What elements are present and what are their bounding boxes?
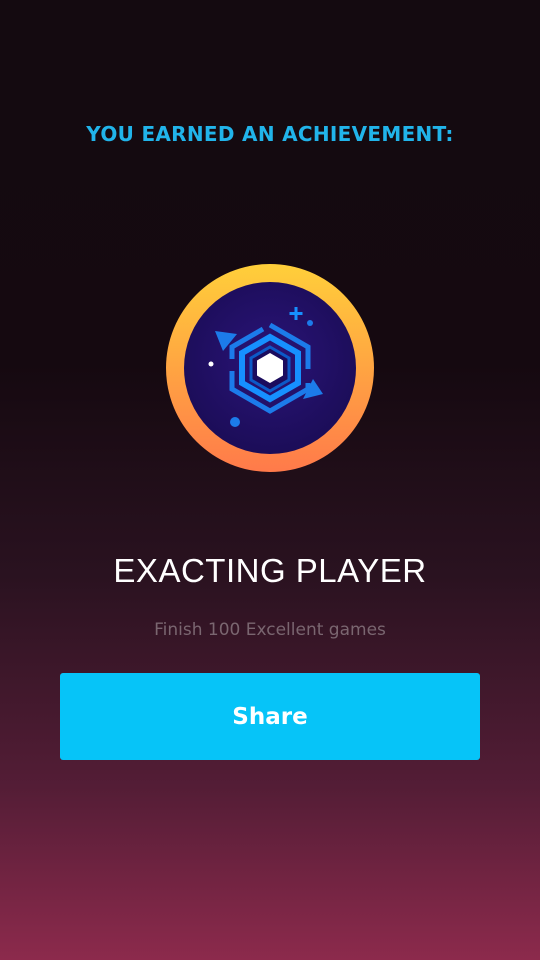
achievement-badge: [165, 263, 375, 473]
hexagon-cube-badge-icon: [166, 264, 374, 472]
share-button[interactable]: Share: [60, 673, 480, 760]
achievement-heading: YOU EARNED AN ACHIEVEMENT:: [86, 122, 454, 146]
achievement-description: Finish 100 Excellent games: [154, 620, 386, 640]
achievement-title: EXACTING PLAYER: [113, 552, 427, 589]
